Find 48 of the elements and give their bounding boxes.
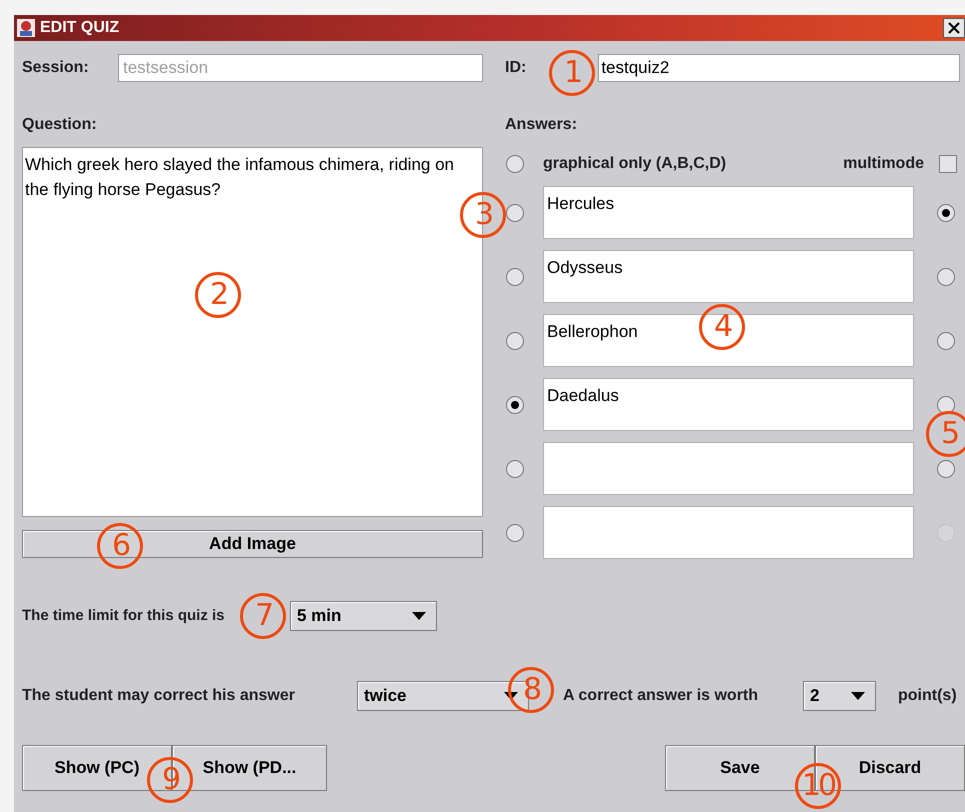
answer-field[interactable]: Hercules bbox=[543, 186, 914, 239]
callout-marker: 1 bbox=[549, 50, 595, 96]
section-label: Question: bbox=[22, 115, 98, 133]
callout-marker: 4 bbox=[699, 304, 745, 350]
caret-icon bbox=[504, 692, 518, 700]
callout-marker: 5 bbox=[926, 411, 965, 457]
option-label: multimode bbox=[843, 154, 924, 174]
answer-field[interactable] bbox=[543, 506, 914, 559]
callout-marker: 8 bbox=[508, 667, 554, 713]
radio-button[interactable] bbox=[506, 524, 524, 542]
radio-button[interactable] bbox=[506, 155, 524, 173]
corrections-label: The student may correct his answer bbox=[22, 686, 296, 706]
callout-marker: 6 bbox=[97, 523, 143, 569]
radio-button[interactable] bbox=[937, 204, 955, 222]
id-field[interactable]: testquiz2 bbox=[598, 54, 960, 82]
option-label: graphical only (A,B,C,D) bbox=[543, 154, 726, 174]
radio-button[interactable] bbox=[506, 460, 524, 478]
radio-button[interactable] bbox=[937, 396, 955, 414]
radio-button[interactable] bbox=[506, 204, 524, 222]
answer-field[interactable]: Odysseus bbox=[543, 250, 914, 303]
radio-button[interactable] bbox=[937, 268, 955, 286]
radio-button[interactable] bbox=[506, 396, 524, 414]
callout-marker: 2 bbox=[195, 272, 241, 318]
window-title: EDIT QUIZ bbox=[40, 18, 120, 38]
radio-button[interactable] bbox=[937, 332, 955, 350]
dropdown[interactable]: 5 min bbox=[290, 601, 437, 631]
callout-marker: 10 bbox=[795, 763, 841, 809]
unit-label: point(s) bbox=[898, 686, 957, 706]
close-button[interactable] bbox=[943, 18, 965, 38]
caret-icon bbox=[412, 612, 426, 620]
section-label: Answers: bbox=[505, 115, 578, 133]
answer-field[interactable]: Daedalus bbox=[543, 378, 914, 431]
time-limit-label: The time limit for this quiz is bbox=[22, 606, 225, 626]
dropdown[interactable]: 2 bbox=[803, 681, 876, 711]
field-label: Session: bbox=[22, 58, 90, 78]
radio-button[interactable] bbox=[506, 268, 524, 286]
callout-marker: 7 bbox=[240, 593, 286, 639]
answer-field[interactable] bbox=[543, 442, 914, 495]
radio-button[interactable] bbox=[937, 460, 955, 478]
callout-marker: 9 bbox=[147, 757, 193, 803]
callout-marker: 3 bbox=[460, 192, 506, 238]
worth-label: A correct answer is worth bbox=[563, 686, 760, 706]
app-icon bbox=[16, 18, 36, 38]
radio-button[interactable] bbox=[506, 332, 524, 350]
field-label: ID: bbox=[505, 58, 526, 78]
checkbox[interactable] bbox=[939, 155, 957, 173]
close-icon bbox=[948, 22, 960, 34]
caret-icon bbox=[851, 692, 865, 700]
